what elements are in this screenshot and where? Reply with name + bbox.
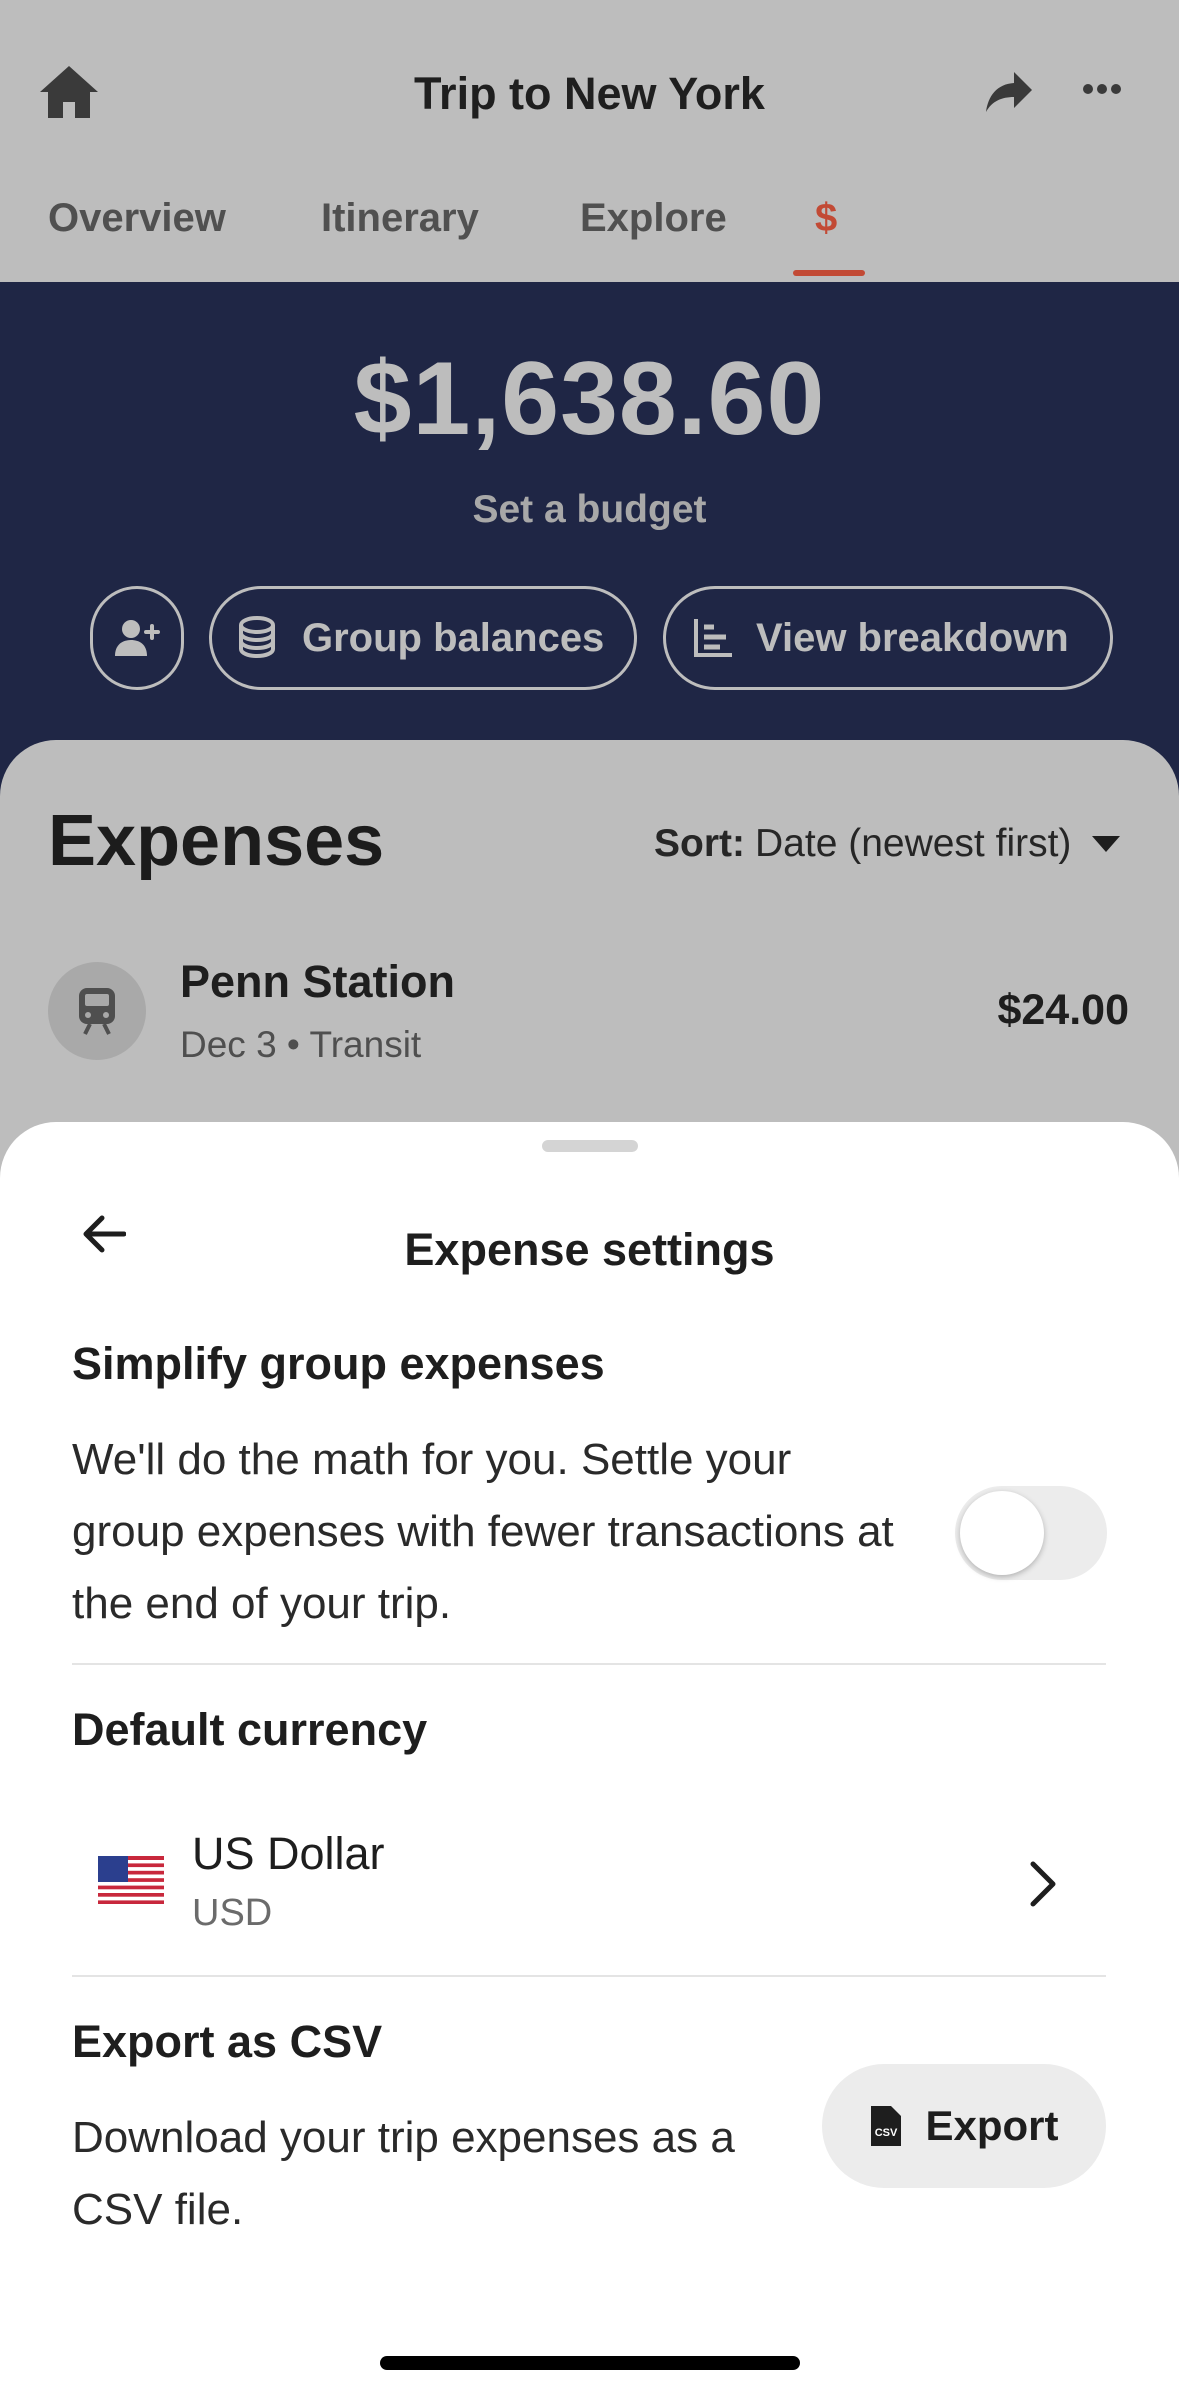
- view-breakdown-button[interactable]: View breakdown: [663, 586, 1113, 690]
- tab-bar: Overview Itinerary Explore $: [0, 196, 1179, 282]
- group-balances-button[interactable]: Group balances: [209, 586, 637, 690]
- toggle-knob: [960, 1491, 1044, 1575]
- expense-name: Penn Station: [180, 956, 456, 1007]
- sort-dropdown[interactable]: Sort: Date (newest first): [654, 822, 1121, 866]
- divider: [72, 1975, 1106, 1977]
- csv-file-icon: CSV: [871, 2106, 902, 2146]
- expense-meta: Dec 3 • Transit: [180, 1024, 422, 1065]
- add-person-icon: [115, 620, 160, 656]
- export-button-label: Export: [925, 2102, 1059, 2149]
- budget-summary: $1,638.60 Set a budget Group balances Vi…: [0, 282, 1179, 802]
- expense-amount: $24.00: [997, 986, 1129, 1034]
- bar-chart-icon: [694, 619, 732, 657]
- simplify-line-1: We'll do the math for you. Settle your: [72, 1435, 792, 1484]
- train-icon: [48, 962, 146, 1060]
- coins-icon: [239, 616, 275, 659]
- currency-code: USD: [192, 1892, 273, 1934]
- tab-explore[interactable]: Explore: [580, 196, 727, 241]
- add-person-button[interactable]: [90, 586, 184, 690]
- simplify-toggle[interactable]: [955, 1486, 1107, 1580]
- us-flag-icon: [98, 1856, 164, 1904]
- tab-budget[interactable]: $: [815, 196, 837, 241]
- simplify-line-2: group expenses with fewer transactions a…: [72, 1507, 894, 1556]
- sheet-title: Expense settings: [404, 1224, 775, 1275]
- group-balances-label: Group balances: [302, 615, 605, 660]
- svg-text:CSV: CSV: [875, 2127, 898, 2139]
- home-indicator[interactable]: [380, 2356, 800, 2370]
- share-icon[interactable]: [984, 70, 1040, 120]
- export-title: Export as CSV: [72, 2016, 383, 2067]
- more-icon[interactable]: [1082, 82, 1130, 106]
- sheet-grabber[interactable]: [542, 1140, 638, 1152]
- sort-label: Sort:: [654, 822, 745, 865]
- sort-value: Date (newest first): [755, 822, 1072, 865]
- simplify-description: We'll do the math for you. Settle your g…: [72, 1424, 894, 1640]
- divider: [72, 1663, 1106, 1665]
- simplify-title: Simplify group expenses: [72, 1338, 605, 1389]
- total-amount: $1,638.60: [353, 341, 826, 457]
- export-description: Download your trip expenses as a CSV fil…: [72, 2102, 735, 2246]
- top-bar: Trip to New York Overview Itinerary Expl…: [0, 0, 1179, 282]
- export-line-1: Download your trip expenses as a: [72, 2113, 735, 2162]
- set-budget-link[interactable]: Set a budget: [0, 488, 1179, 532]
- chevron-right-icon: [1028, 1860, 1058, 1913]
- export-button[interactable]: CSV Export: [822, 2064, 1106, 2188]
- trip-budget-screen: Trip to New York Overview Itinerary Expl…: [0, 0, 1179, 1200]
- view-breakdown-label: View breakdown: [756, 615, 1069, 660]
- caret-down-icon: [1092, 836, 1121, 852]
- expenses-heading: Expenses: [48, 801, 385, 881]
- tab-itinerary[interactable]: Itinerary: [321, 196, 479, 241]
- currency-name: US Dollar: [192, 1828, 385, 1879]
- tab-overview[interactable]: Overview: [48, 196, 226, 241]
- currency-title: Default currency: [72, 1704, 428, 1755]
- expense-row[interactable]: Penn Station Dec 3 • Transit $24.00: [0, 950, 1179, 1080]
- simplify-line-3: the end of your trip.: [72, 1579, 452, 1628]
- active-tab-indicator: [793, 270, 865, 276]
- export-line-2: CSV file.: [72, 2185, 244, 2234]
- currency-selector[interactable]: US Dollar USD: [72, 1820, 1106, 1950]
